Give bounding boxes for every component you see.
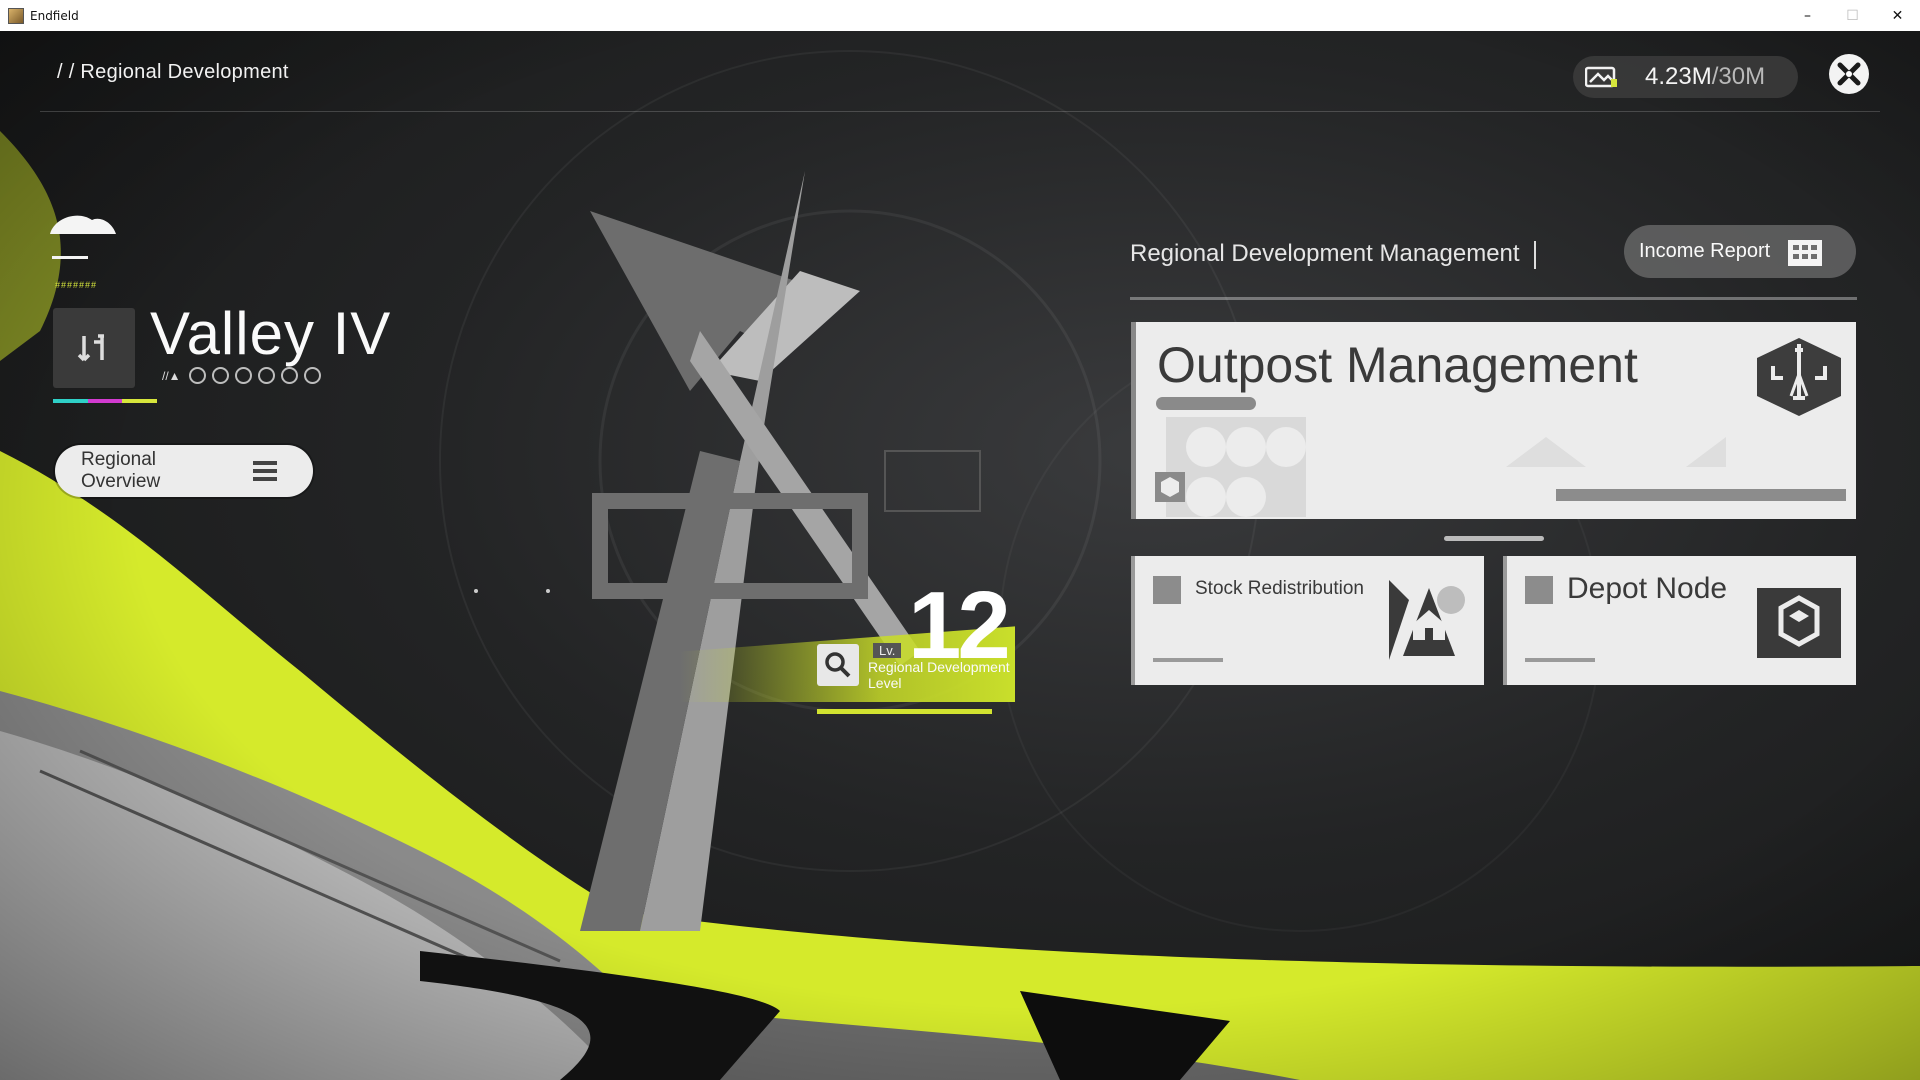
card-meta-bar	[1525, 658, 1595, 662]
arrows-icon	[77, 334, 104, 362]
header-divider	[40, 111, 1880, 112]
minimize-button[interactable]: –	[1785, 0, 1830, 31]
window-close-button[interactable]: ✕	[1875, 0, 1920, 31]
progress-dot	[280, 367, 298, 384]
management-title-text: Regional Development Management	[1130, 240, 1520, 267]
management-divider	[1130, 297, 1857, 300]
window-titlebar: Endfield – ☐ ✕	[0, 0, 1920, 32]
cloud-icon	[50, 215, 116, 259]
depot-node-label: Depot Node	[1567, 572, 1728, 605]
outpost-progress-bar	[1556, 489, 1846, 501]
color-segment-yellow	[122, 399, 158, 403]
close-button[interactable]	[1829, 54, 1869, 94]
breadcrumb: / / Regional Development	[57, 61, 289, 83]
progress-dot	[234, 367, 252, 384]
region-name: Valley IV	[150, 300, 392, 367]
outpost-tag	[1156, 397, 1256, 410]
income-report-label: Income Report	[1639, 240, 1771, 262]
outpost-management-title: Outpost Management	[1157, 337, 1638, 393]
stock-redistribution-card[interactable]: Stock Redistribution	[1131, 556, 1484, 685]
depot-icon	[1757, 588, 1841, 658]
progress-dot	[257, 367, 275, 384]
outpost-icon	[1757, 338, 1841, 416]
building-icon	[1788, 239, 1823, 266]
title-separator	[1533, 240, 1536, 269]
level-progress-bar	[817, 709, 992, 714]
depot-node-card[interactable]: Depot Node	[1503, 556, 1856, 685]
maximize-button[interactable]: ☐	[1830, 0, 1875, 31]
close-circle-icon	[1837, 62, 1861, 86]
regional-overview-label: Regional Overview	[81, 449, 161, 492]
stock-square-icon	[1153, 576, 1181, 604]
region-code: #######	[55, 280, 98, 290]
region-marker: //▲	[162, 368, 181, 383]
region-badge	[53, 308, 135, 388]
currency-max: /30M	[1711, 63, 1766, 90]
currency-value: 4.23M/30M	[1645, 63, 1765, 91]
stock-icon	[1389, 580, 1465, 660]
outpost-management-card[interactable]: Outpost Management	[1131, 322, 1856, 519]
window-title: Endfield	[30, 8, 79, 23]
page-indicator	[1444, 536, 1544, 541]
progress-dot	[188, 367, 206, 384]
level-details-button[interactable]	[817, 644, 859, 686]
app-icon	[8, 7, 24, 24]
progress-dot	[211, 367, 229, 384]
hexagon-icon	[1155, 472, 1185, 502]
progress-dot	[303, 367, 321, 384]
development-level-label: Regional Development Level	[868, 659, 1010, 691]
management-title: Regional Development Management	[1130, 240, 1536, 269]
ticket-icon	[1585, 66, 1617, 88]
income-report-button[interactable]: Income Report	[1624, 225, 1856, 278]
search-icon	[825, 652, 851, 678]
color-segment-magenta	[87, 399, 123, 403]
level-prefix: Lv.	[873, 643, 902, 658]
window-controls: – ☐ ✕	[1785, 0, 1920, 31]
menu-icon	[253, 457, 277, 485]
regional-overview-button[interactable]: Regional Overview	[55, 445, 313, 497]
game-viewport: / / Regional Development 4.23M/30M #####…	[0, 31, 1920, 1080]
card-pattern	[1166, 417, 1726, 517]
depot-square-icon	[1525, 576, 1553, 604]
currency-display[interactable]: 4.23M/30M	[1573, 56, 1798, 98]
region-color-line	[53, 399, 158, 403]
currency-current: 4.23M	[1645, 63, 1712, 90]
card-meta-bar	[1153, 658, 1223, 662]
color-segment-cyan	[53, 399, 88, 403]
region-progress-dots: //▲	[162, 367, 321, 384]
stock-redistribution-label: Stock Redistribution	[1195, 578, 1364, 599]
